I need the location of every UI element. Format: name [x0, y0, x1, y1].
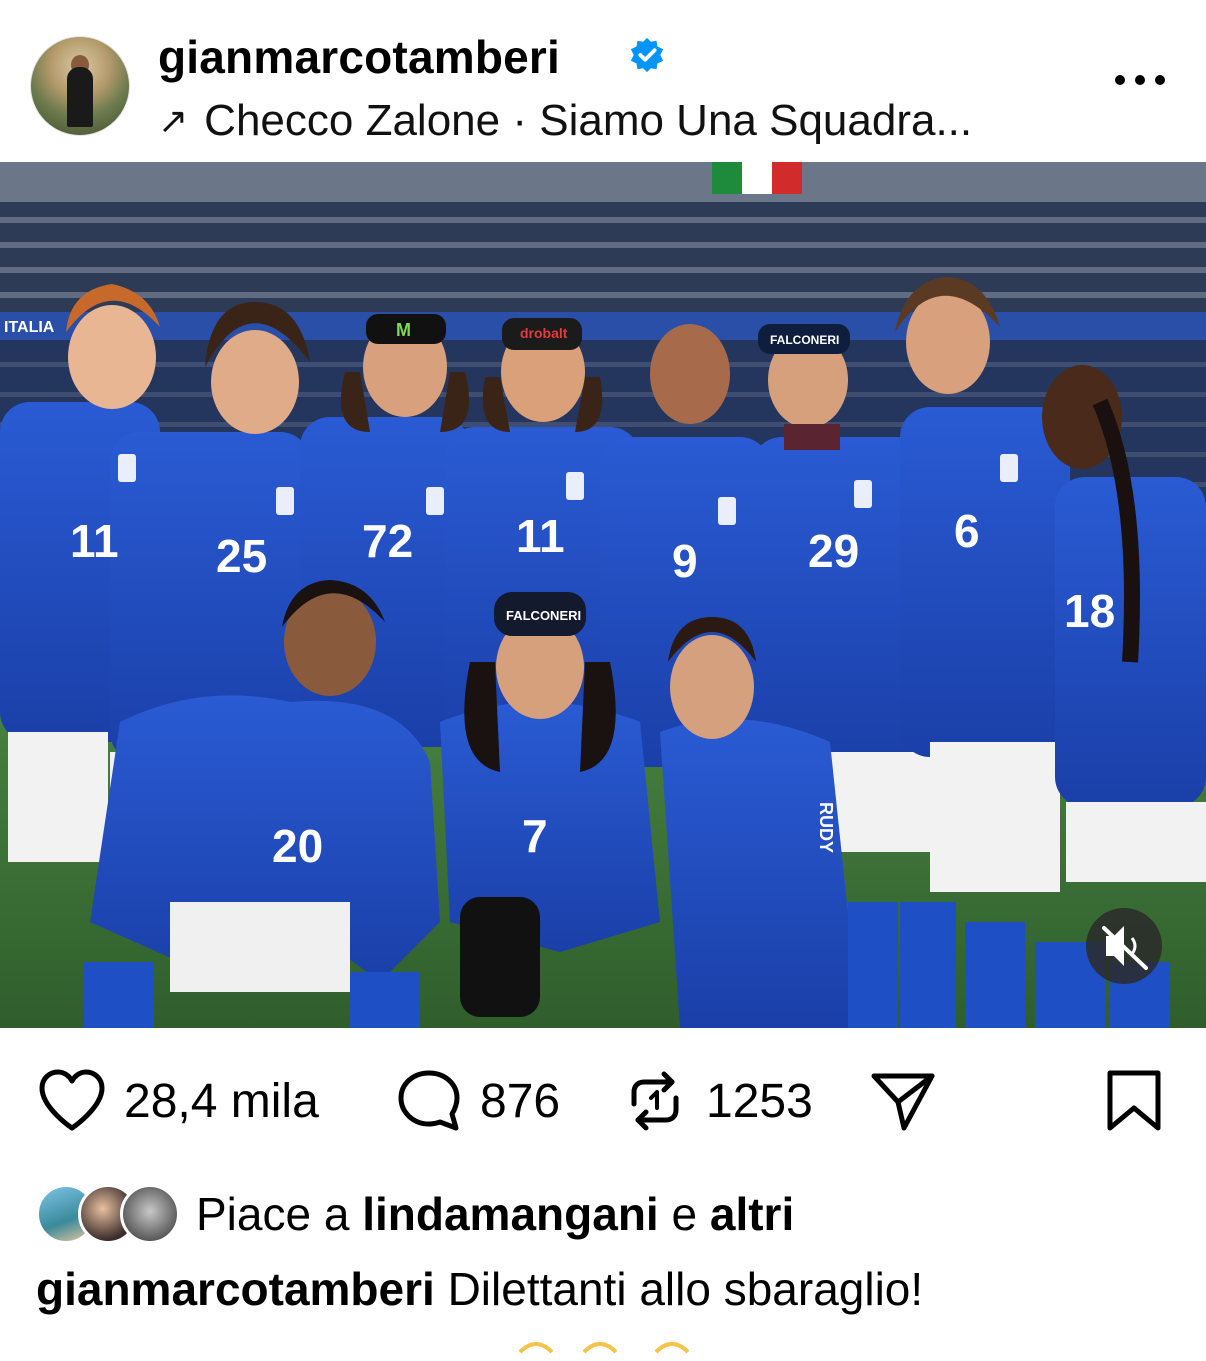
save-button[interactable]	[1104, 1068, 1164, 1134]
liked-by-row[interactable]: Piace a lindamangani e altri	[36, 1184, 794, 1244]
caption-text: Dilettanti allo sbaraglio!	[447, 1263, 924, 1315]
beanie-text: FALCONERI	[506, 608, 581, 623]
liker-username[interactable]: lindamangani	[362, 1187, 658, 1241]
verified-badge-icon	[630, 37, 664, 73]
bookmark-icon	[1107, 1070, 1161, 1131]
liker-avatar	[120, 1184, 180, 1244]
jersey-number: 25	[216, 530, 267, 582]
post-actions: 28,4 mila 876 1253	[0, 1050, 1206, 1160]
profile-avatar[interactable]	[30, 36, 130, 136]
jersey-number: 72	[362, 515, 413, 567]
comment-icon	[398, 1070, 460, 1131]
likes-joiner: e	[671, 1188, 698, 1240]
cap-text-aruba: drobalt	[520, 325, 568, 341]
audio-link[interactable]: ↗ Checco Zalone · Siamo Una Squadra...	[158, 96, 972, 146]
jersey-number: 11	[70, 515, 119, 567]
likes-others-link[interactable]: altri	[710, 1187, 794, 1241]
like-count: 28,4 mila	[124, 1074, 319, 1128]
emoji-row-peek	[516, 1336, 696, 1356]
likes-prefix: Piace a	[196, 1188, 350, 1240]
like-button[interactable]: 28,4 mila	[36, 1068, 319, 1134]
repost-icon	[631, 1071, 679, 1131]
heart-icon	[39, 1069, 105, 1131]
svg-text:ITALIA: ITALIA	[4, 319, 55, 336]
comment-button[interactable]: 876	[396, 1068, 560, 1134]
send-icon	[871, 1073, 935, 1131]
arrow-up-right-icon: ↗	[158, 100, 189, 141]
jersey-number: 11	[516, 510, 565, 562]
post-media[interactable]: ITALIA M drobalt FALCONERI 11 25 72 11 9…	[0, 162, 1206, 1028]
team-photo: ITALIA M drobalt FALCONERI 11 25 72 11 9…	[0, 162, 1206, 1028]
svg-text:M: M	[396, 320, 411, 340]
share-button[interactable]	[868, 1068, 938, 1134]
jersey-number: 20	[272, 820, 323, 872]
jersey-number: 9	[672, 535, 698, 587]
audio-title: Checco Zalone · Siamo Una Squadra...	[204, 96, 973, 145]
mute-button[interactable]	[1086, 908, 1162, 984]
comment-count: 876	[480, 1074, 561, 1128]
caption-username[interactable]: gianmarcotamberi	[36, 1263, 435, 1315]
jersey-number: 29	[808, 525, 859, 577]
post-header: gianmarcotamberi ↗ Checco Zalone · Siamo…	[0, 0, 1206, 160]
cap-text-falconeri: FALCONERI	[770, 333, 839, 347]
more-options-icon[interactable]	[1112, 60, 1168, 100]
post-caption: gianmarcotamberi Dilettanti allo sbaragl…	[36, 1262, 923, 1316]
jersey-number: 18	[1064, 585, 1115, 637]
post-username[interactable]: gianmarcotamberi	[158, 30, 560, 84]
suit-text: RUDY	[816, 802, 836, 853]
repost-count: 1253	[706, 1074, 813, 1128]
jersey-number: 7	[522, 810, 548, 862]
jersey-number: 6	[954, 505, 980, 557]
repost-button[interactable]: 1253	[624, 1068, 813, 1134]
